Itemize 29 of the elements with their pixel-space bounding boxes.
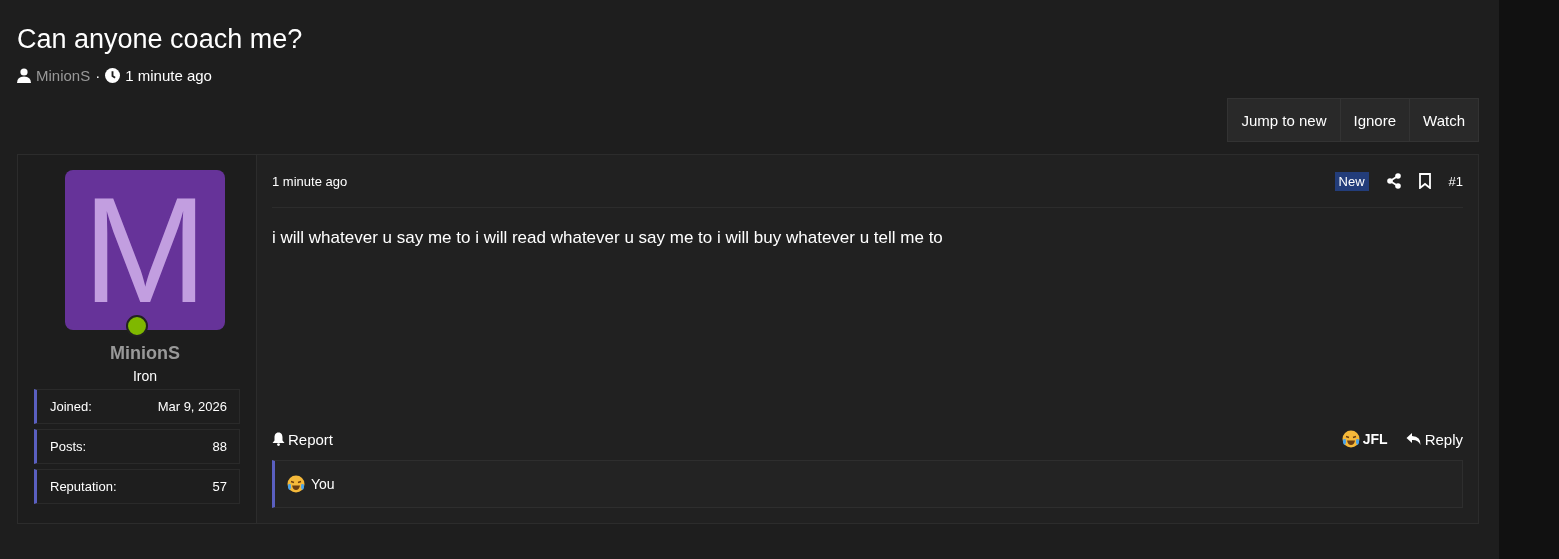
crying-laughing-emoji-icon [1341,430,1360,448]
bell-icon [272,432,285,446]
separator: · [95,67,101,84]
report-link[interactable]: Report [272,430,334,448]
reply-link[interactable]: Reply [1405,430,1463,448]
post-number-link[interactable]: #1 [1448,173,1463,189]
reply-arrow-icon [1405,432,1422,446]
stat-value: Mar 9, 2026 [157,399,227,414]
username-link[interactable]: MinionS [110,343,180,364]
thread-time: 1 minute ago [125,67,212,84]
new-badge: New [1334,171,1369,191]
post-body: i will whatever u say me to i will read whatever u say me to i will buy whatever u tell me to [272,228,944,249]
bookmark-icon[interactable] [1418,173,1431,189]
crying-laughing-emoji-icon [287,475,305,493]
reaction-link[interactable]: JFL [1341,430,1388,448]
user-icon [17,68,31,83]
clock-icon [105,68,121,83]
stat-value: 57 [212,479,227,494]
thread-title: Can anyone coach me? [17,23,304,55]
stat-label: Posts: [50,439,87,454]
stat-label: Reputation: [50,479,117,494]
avatar: M [65,170,225,330]
share-icon[interactable] [1386,173,1401,189]
post-time: 1 minute ago [272,173,348,189]
stat-value: 88 [212,439,227,454]
user-rank: Iron [132,368,158,384]
stat-label: Joined: [50,399,92,414]
reacted-by-link[interactable]: You [311,476,335,492]
author-link[interactable]: MinionS [36,67,91,84]
